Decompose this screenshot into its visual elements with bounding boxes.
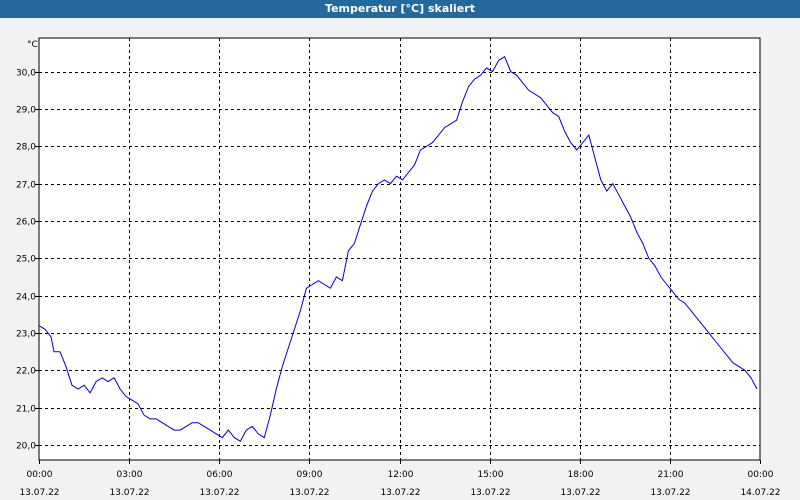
x-tick-date-label: 13.07.22	[470, 488, 510, 498]
x-tick-time-label: 00:00	[27, 470, 53, 480]
temperature-chart: 20,0 21,0 22,0 23,0 24,0 25,0 26,0 27,0 28,0 29,0…	[16, 37, 781, 498]
y-tick-label: 28,0	[16, 143, 36, 153]
x-tick-time-label: 15:00	[478, 470, 504, 480]
x-tick-date-label: 13.07.22	[109, 488, 149, 498]
x-tick-time-label: 03:00	[117, 470, 143, 480]
y-axis-unit-label: °C	[27, 40, 38, 50]
x-tick-time-label: 21:00	[658, 470, 684, 480]
x-axis-ticks: 00:00 13.07.22 03:00 13.07.22 06:00 13.07.22 0…	[19, 460, 781, 498]
x-tick-date-label: 14.07.22	[740, 488, 780, 498]
y-tick-label: 24,0	[16, 293, 36, 303]
x-tick-time-label: 09:00	[297, 470, 323, 480]
plot-area	[38, 37, 761, 461]
x-tick-time-label: 18:00	[568, 470, 594, 480]
x-tick-date-label: 13.07.22	[560, 488, 600, 498]
y-tick-label: 25,0	[16, 255, 36, 265]
y-tick-label: 21,0	[16, 405, 36, 415]
y-tick-label: 29,0	[16, 106, 36, 116]
x-tick-date-label: 13.07.22	[650, 488, 690, 498]
x-tick-time-label: 00:00	[748, 470, 774, 480]
x-tick-time-label: 12:00	[388, 470, 414, 480]
chart-title: Temperatur [°C] skaliert	[0, 0, 800, 18]
y-tick-label: 20,0	[16, 442, 36, 452]
y-tick-label: 26,0	[16, 218, 36, 228]
y-tick-label: 30,0	[16, 69, 36, 79]
y-tick-label: 23,0	[16, 330, 36, 340]
x-tick-date-label: 13.07.22	[199, 488, 239, 498]
x-tick-date-label: 13.07.22	[19, 488, 59, 498]
y-axis-ticks: 20,0 21,0 22,0 23,0 24,0 25,0 26,0 27,0 28,0 29,0…	[16, 69, 39, 452]
x-tick-date-label: 13.07.22	[289, 488, 329, 498]
y-tick-label: 22,0	[16, 367, 36, 377]
x-tick-date-label: 13.07.22	[380, 488, 420, 498]
y-tick-label: 27,0	[16, 181, 36, 191]
x-tick-time-label: 06:00	[207, 470, 233, 480]
